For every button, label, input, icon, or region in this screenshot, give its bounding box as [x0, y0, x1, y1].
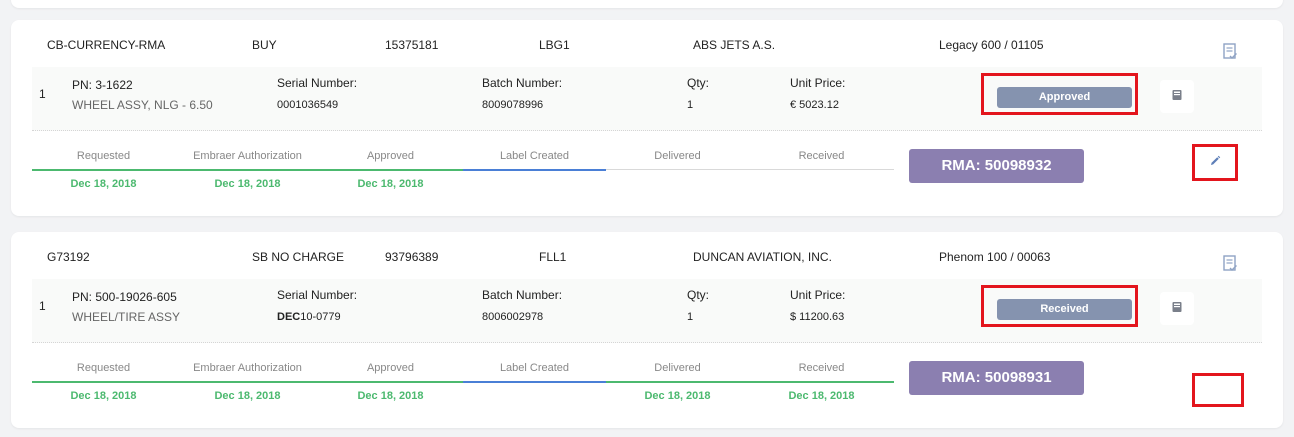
timeline-step-label-created: Label Created — [499, 150, 570, 162]
timeline-date: Dec 18, 2018 — [788, 390, 855, 402]
status-badge: Approved — [997, 87, 1132, 108]
qty-value: 1 — [687, 99, 694, 111]
unit-price-value: € 5023.12 — [790, 99, 839, 111]
serial-number-label: Serial Number: — [277, 76, 358, 90]
status-badge: Received — [997, 299, 1132, 320]
timeline-date: Dec 18, 2018 — [70, 390, 137, 402]
timeline-progress-completed — [606, 381, 894, 383]
qty-label: Qty: — [687, 288, 710, 302]
part-number: PN: 3-1622 — [72, 78, 133, 92]
unit-price-value: $ 11200.63 — [790, 311, 845, 323]
order-number: 15375181 — [385, 38, 439, 52]
item-index: 1 — [39, 87, 46, 101]
timeline-step-received: Received — [798, 150, 845, 162]
rma-number-button[interactable]: RMA: 50098931 — [909, 361, 1084, 395]
book-icon — [1171, 88, 1183, 106]
timeline-date: Dec 18, 2018 — [644, 390, 711, 402]
timeline-progress-completed — [32, 169, 463, 171]
order-type: BUY — [252, 38, 277, 52]
timeline-date: Dec 18, 2018 — [214, 178, 281, 190]
qty-label: Qty: — [687, 76, 710, 90]
serial-suffix: 10-0779 — [300, 311, 341, 323]
timeline-progress-current — [463, 381, 606, 383]
line-item: 1 PN: 3-1622 WHEEL ASSY, NLG - 6.50 Seri… — [32, 67, 1262, 131]
timeline-step-label-created: Label Created — [499, 362, 570, 374]
rma-card: G73192 SB NO CHARGE 93796389 FLL1 DUNCAN… — [11, 232, 1283, 428]
part-number: PN: 500-19026-605 — [72, 290, 177, 304]
serial-number-value: 0001036549 — [277, 99, 339, 111]
timeline-step-delivered: Delivered — [654, 362, 701, 374]
order-code: G73192 — [47, 250, 90, 264]
document-check-icon[interactable] — [1222, 43, 1238, 61]
document-check-icon[interactable] — [1222, 255, 1238, 273]
serial-number-label: Serial Number: — [277, 288, 358, 302]
pencil-icon — [1209, 154, 1221, 172]
unit-price-label: Unit Price: — [790, 288, 846, 302]
timeline-date: Dec 18, 2018 — [357, 390, 424, 402]
batch-number-label: Batch Number: — [482, 288, 563, 302]
timeline-step-received: Received — [798, 362, 845, 374]
previous-card-edge — [11, 0, 1283, 8]
serial-prefix: DEC — [277, 311, 301, 323]
edit-button[interactable] — [1192, 144, 1238, 181]
location-code: FLL1 — [539, 250, 567, 264]
location-code: LBG1 — [539, 38, 570, 52]
aircraft-model: Legacy 600 / 01105 — [939, 38, 1044, 52]
customer-name: ABS JETS A.S. — [693, 38, 776, 52]
timeline-date: Dec 18, 2018 — [214, 390, 281, 402]
timeline-step-requested: Requested — [76, 362, 131, 374]
timeline-step-delivered: Delivered — [654, 150, 701, 162]
batch-number-value: 8009078996 — [482, 99, 544, 111]
timeline-step-approved: Approved — [366, 362, 415, 374]
book-button[interactable] — [1160, 80, 1194, 113]
status-highlight: Approved — [981, 73, 1138, 115]
part-description: WHEEL/TIRE ASSY — [72, 310, 181, 324]
order-number: 93796389 — [385, 250, 439, 264]
aircraft-model: Phenom 100 / 00063 — [939, 250, 1051, 264]
serial-number-value: DEC10-0779 — [277, 311, 341, 323]
book-icon — [1171, 300, 1183, 318]
timeline-step-requested: Requested — [76, 150, 131, 162]
order-type: SB NO CHARGE — [252, 250, 345, 264]
order-code: CB-CURRENCY-RMA — [47, 38, 166, 52]
line-item: 1 PN: 500-19026-605 WHEEL/TIRE ASSY Seri… — [32, 279, 1262, 343]
timeline-step-approved: Approved — [366, 150, 415, 162]
status-highlight: Received — [981, 285, 1138, 327]
part-description: WHEEL ASSY, NLG - 6.50 — [72, 98, 213, 112]
customer-name: DUNCAN AVIATION, INC. — [693, 250, 832, 264]
batch-number-label: Batch Number: — [482, 76, 563, 90]
timeline-date: Dec 18, 2018 — [70, 178, 137, 190]
batch-number-value: 8006002978 — [482, 311, 544, 323]
item-index: 1 — [39, 299, 46, 313]
edit-button-placeholder[interactable] — [1192, 373, 1244, 407]
timeline-step-embraer-authorization: Embraer Authorization — [193, 150, 302, 162]
rma-card: CB-CURRENCY-RMA BUY 15375181 LBG1 ABS JE… — [11, 20, 1283, 216]
timeline-progress-current — [463, 169, 606, 171]
qty-value: 1 — [687, 311, 694, 323]
timeline-date: Dec 18, 2018 — [357, 178, 424, 190]
unit-price-label: Unit Price: — [790, 76, 846, 90]
rma-number-button[interactable]: RMA: 50098932 — [909, 149, 1084, 183]
timeline-progress-completed — [32, 381, 463, 383]
book-button[interactable] — [1160, 292, 1194, 325]
timeline-step-embraer-authorization: Embraer Authorization — [193, 362, 302, 374]
